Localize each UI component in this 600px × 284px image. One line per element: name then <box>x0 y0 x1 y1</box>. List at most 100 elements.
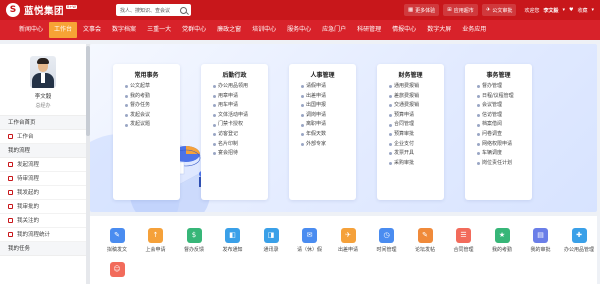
service-link[interactable]: 预算审批 <box>389 130 444 140</box>
sidebar-section-title[interactable]: 我的流程 <box>0 144 86 158</box>
service-link[interactable]: 用车申请 <box>213 101 268 111</box>
more-experience-link[interactable]: ▦ 更多体验 <box>403 4 440 16</box>
chevron-down-icon[interactable]: ▾ <box>591 7 594 13</box>
brand-logo[interactable]: S 蓝悦集团 B+W <box>6 3 116 17</box>
bullet-icon <box>213 114 216 118</box>
welcome-text: 欢迎您 <box>524 7 540 14</box>
shortcut-tile[interactable]: ✉ 请（休）假 <box>290 228 330 253</box>
service-link[interactable]: 督办任务 <box>125 101 180 111</box>
service-link[interactable]: 年假天数 <box>301 130 356 140</box>
service-link[interactable]: 发起会议 <box>125 111 180 121</box>
doc-approval-link[interactable]: ✈ 公文审批 <box>481 4 517 16</box>
shortcut-tile[interactable]: ◨ 通讯录 <box>251 228 291 253</box>
service-link[interactable]: 外部专家 <box>301 140 356 150</box>
bullet-icon <box>389 85 392 89</box>
service-link[interactable]: 公文起草 <box>125 82 180 92</box>
service-link[interactable]: 信访管理 <box>477 111 532 121</box>
service-link[interactable]: 访客登记 <box>213 130 268 140</box>
nav-item[interactable]: 工作台 <box>49 22 78 38</box>
shortcut-label: 时间管理 <box>376 247 397 253</box>
sidebar-item[interactable]: 工作台 <box>0 130 86 144</box>
sidebar-item[interactable]: 我关注的 <box>0 214 86 228</box>
nav-item[interactable]: 新闻中心 <box>14 22 48 38</box>
nav-item[interactable]: 培训中心 <box>247 22 281 38</box>
service-link[interactable]: 发起议题 <box>125 120 180 130</box>
service-link[interactable]: 合同管理 <box>389 120 444 130</box>
nav-item[interactable]: 党群中心 <box>177 22 211 38</box>
shortcut-tile[interactable]: ↑ 上会申请 <box>136 228 176 253</box>
service-link[interactable]: 请假申请 <box>301 82 356 92</box>
service-link[interactable]: 预算申请 <box>389 111 444 121</box>
service-link[interactable]: 问卷调查 <box>477 130 532 140</box>
main-nav: 新闻中心 工作台 文事会 数字档案 三重一大 党群中心 廉政之窗 培训中心 服务中心 应急门户 科研… <box>0 20 600 40</box>
nav-item[interactable]: 服务中心 <box>282 22 316 38</box>
shortcut-icon: ◧ <box>225 228 240 243</box>
service-link[interactable]: 采购审批 <box>389 159 444 169</box>
user-name[interactable]: 李文毅 <box>543 7 558 14</box>
nav-item[interactable]: 数字档案 <box>107 22 141 38</box>
service-link[interactable]: 出国申报 <box>301 101 356 111</box>
sidebar-item[interactable]: 发起流程 <box>0 158 86 172</box>
sidebar-item[interactable]: 我发起的 <box>0 186 86 200</box>
bullet-icon <box>301 133 304 137</box>
chevron-down-icon[interactable]: ▾ <box>562 7 565 13</box>
app-market-link[interactable]: ⊞ 应用超市 <box>443 4 478 16</box>
avatar[interactable] <box>30 56 56 88</box>
service-link[interactable]: 发票开具 <box>389 149 444 159</box>
shortcut-tile[interactable]: $ 督办反馈 <box>174 228 214 253</box>
shortcut-tile[interactable]: ☰ 合同管理 <box>444 228 484 253</box>
nav-item[interactable]: 科研管理 <box>352 22 386 38</box>
service-link[interactable]: 会议管理 <box>477 101 532 111</box>
sidebar-item[interactable]: 待审流程 <box>0 172 86 186</box>
nav-item[interactable]: 应急门户 <box>317 22 351 38</box>
shortcut-tile[interactable]: ◷ 时间管理 <box>367 228 407 253</box>
sidebar-item[interactable]: 我审批的 <box>0 200 86 214</box>
service-link[interactable]: 名片印制 <box>213 140 268 150</box>
sidebar-section-title[interactable]: 工作台首页 <box>0 116 86 130</box>
search-icon[interactable] <box>180 6 187 14</box>
nav-item[interactable]: 业务应用 <box>457 22 491 38</box>
service-link[interactable]: 交通费报销 <box>389 101 444 111</box>
service-link[interactable]: 岗位责任计划 <box>477 159 532 169</box>
service-link[interactable]: 日程/议程管理 <box>477 92 532 102</box>
shortcut-tile[interactable]: ▤ 我的审批 <box>521 228 561 253</box>
shortcut-tile[interactable]: ✈ 出差申请 <box>328 228 368 253</box>
shortcut-tile[interactable]: ✎ 拟稿发文 <box>97 228 137 253</box>
service-link[interactable]: 用章申请 <box>213 92 268 102</box>
shortcut-icon: ↑ <box>148 228 163 243</box>
service-link[interactable]: 我的考勤 <box>125 92 180 102</box>
shortcut-tile[interactable]: ☺ <box>97 262 137 280</box>
service-link-label: 差旅费报销 <box>394 92 420 99</box>
favorites-link[interactable]: 收藏 <box>577 7 587 14</box>
sidebar-item[interactable]: 我的流程统计 <box>0 228 86 242</box>
service-link[interactable]: 网络权限申请 <box>477 140 532 150</box>
service-link[interactable]: 宴会招待 <box>213 149 268 159</box>
service-link[interactable]: 督办管理 <box>477 82 532 92</box>
service-link[interactable]: 文体活动申请 <box>213 111 268 121</box>
bullet-icon <box>389 133 392 137</box>
service-link[interactable]: 差旅费报销 <box>389 92 444 102</box>
sidebar-section-title[interactable]: 我的任务 <box>0 242 86 256</box>
service-link[interactable]: 离职申请 <box>301 120 356 130</box>
service-link[interactable]: 通用费报销 <box>389 82 444 92</box>
shortcut-tile[interactable]: ✎ 论坛发帖 <box>405 228 445 253</box>
service-link[interactable]: 企业支付 <box>389 140 444 150</box>
bullet-icon <box>389 104 392 108</box>
nav-item[interactable]: 三重一大 <box>142 22 176 38</box>
nav-item[interactable]: 情报中心 <box>387 22 421 38</box>
nav-item[interactable]: 廉政之窗 <box>212 22 246 38</box>
service-link[interactable]: 车辆调度 <box>477 149 532 159</box>
search-input[interactable]: 找人、搜知识、查会议 <box>116 4 191 16</box>
service-link[interactable]: 档案借阅 <box>477 120 532 130</box>
service-link-label: 发起议题 <box>130 121 151 128</box>
bullet-icon <box>389 94 392 98</box>
nav-item[interactable]: 数字大屏 <box>422 22 456 38</box>
service-link[interactable]: 门禁卡授权 <box>213 120 268 130</box>
nav-item[interactable]: 文事会 <box>78 22 106 38</box>
service-link[interactable]: 办公用品领用 <box>213 82 268 92</box>
shortcut-tile[interactable]: ◧ 发布通知 <box>213 228 253 253</box>
service-link[interactable]: 调岗申请 <box>301 111 356 121</box>
service-link[interactable]: 出差申请 <box>301 92 356 102</box>
shortcut-tile[interactable]: ★ 我的考勤 <box>482 228 522 253</box>
shortcut-tile[interactable]: ✚ 办公用品管理 <box>559 228 599 253</box>
